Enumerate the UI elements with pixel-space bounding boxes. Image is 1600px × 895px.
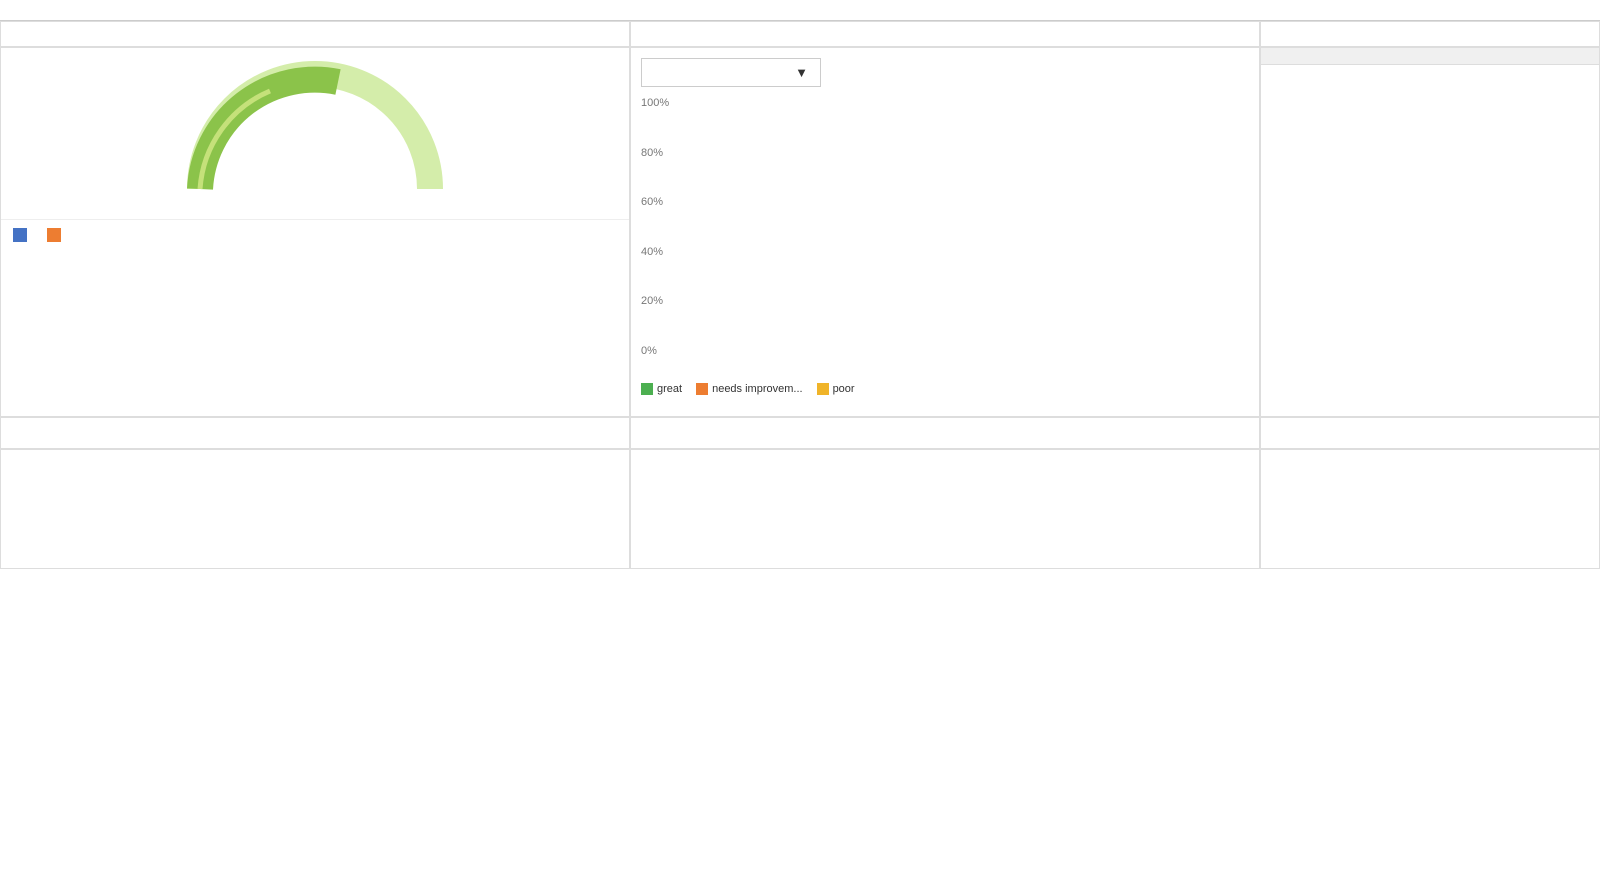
legend-indexed xyxy=(13,228,31,242)
issues-table xyxy=(1261,48,1599,65)
bar-charts-section xyxy=(1,220,629,416)
chart-legend: great needs improvem... poor xyxy=(641,383,1249,395)
y-axis: 100%80%60%40%20%0% xyxy=(641,97,681,357)
device-type-select[interactable]: ▼ xyxy=(641,58,821,87)
header xyxy=(0,0,1600,21)
device-panel: ▼ 100%80%60%40%20%0% great needs improve… xyxy=(630,47,1260,417)
legend-not-indexed xyxy=(47,228,65,242)
vchart-container: 100%80%60%40%20%0% xyxy=(641,97,1249,377)
col-pages-header[interactable] xyxy=(1445,48,1599,65)
domain-data-panel xyxy=(0,449,630,569)
issues-panel xyxy=(1260,47,1600,417)
http-desc-box xyxy=(630,417,1260,449)
http-status-panel xyxy=(630,449,1260,569)
bar-legend xyxy=(13,228,617,242)
index-data-panel xyxy=(1260,449,1600,569)
left-panel xyxy=(0,47,630,417)
gauge-chart xyxy=(175,54,455,209)
issues-desc-box xyxy=(1260,21,1600,47)
core-web-desc-box xyxy=(630,21,1260,47)
col-issue-header xyxy=(1291,48,1445,65)
health-desc-box xyxy=(0,21,630,47)
domain-desc-box xyxy=(0,417,630,449)
index-desc-box xyxy=(1260,417,1600,449)
chevron-down-icon: ▼ xyxy=(795,65,808,80)
col-num xyxy=(1261,48,1291,65)
